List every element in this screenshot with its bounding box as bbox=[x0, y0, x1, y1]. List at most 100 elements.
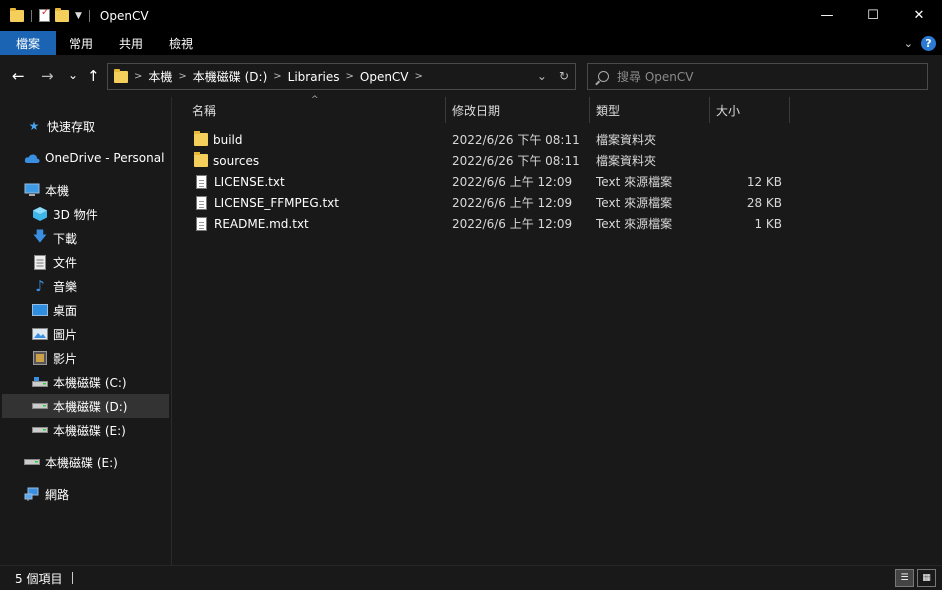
sidebar-item-drive-e-root[interactable]: 本機磁碟 (E:) bbox=[2, 450, 169, 474]
tab-home[interactable]: 常用 bbox=[56, 31, 106, 55]
file-date: 2022/6/26 下午 08:11 bbox=[452, 154, 580, 168]
expand-ribbon-chevron-icon[interactable]: ⌄ bbox=[904, 37, 913, 50]
status-bar: 5 個項目 ☰ ▦ bbox=[0, 565, 942, 590]
sidebar-item-drive-e[interactable]: 本機磁碟 (E:) bbox=[2, 418, 169, 442]
back-button[interactable]: ← bbox=[12, 67, 25, 85]
sidebar-item-label: 快速存取 bbox=[47, 119, 96, 134]
sidebar-item-label: 本機磁碟 (E:) bbox=[53, 423, 126, 438]
file-name: sources bbox=[213, 153, 260, 168]
address-history-chevron-icon[interactable]: ⌄ bbox=[537, 69, 547, 83]
folder-icon bbox=[194, 131, 208, 146]
file-size bbox=[716, 129, 782, 150]
sidebar-item-3d-objects[interactable]: 3D 物件 bbox=[2, 202, 169, 226]
divider bbox=[31, 9, 32, 22]
search-box[interactable]: 搜尋 OpenCV bbox=[587, 63, 928, 90]
sidebar-item-videos[interactable]: 影片 bbox=[2, 346, 169, 370]
sidebar-item-label: 下載 bbox=[53, 231, 78, 246]
tab-file[interactable]: 檔案 bbox=[0, 31, 57, 55]
sidebar-item-label: 桌面 bbox=[53, 303, 78, 318]
divider bbox=[88, 9, 90, 22]
recent-locations-chevron-icon[interactable]: ⌄ bbox=[68, 68, 78, 82]
music-icon: ♪ bbox=[35, 277, 45, 295]
breadcrumb-libraries[interactable]: Libraries bbox=[288, 70, 340, 84]
star-icon: ★ bbox=[28, 119, 40, 133]
file-size bbox=[716, 150, 782, 171]
tab-view[interactable]: 檢視 bbox=[156, 31, 206, 55]
chevron-right-icon[interactable]: > bbox=[134, 71, 142, 82]
help-icon[interactable]: ? bbox=[921, 35, 936, 51]
file-type: Text 來源檔案 bbox=[596, 196, 673, 210]
maximize-button[interactable]: ☐ bbox=[850, 0, 896, 31]
tab-share[interactable]: 共用 bbox=[106, 31, 156, 55]
text-file-icon bbox=[196, 216, 207, 231]
sidebar-item-this-pc[interactable]: 本機 bbox=[2, 178, 169, 202]
text-file-icon bbox=[196, 195, 207, 210]
file-row-license[interactable]: LICENSE.txt 2022/6/6 上午 12:09 Text 來源檔案 … bbox=[173, 171, 942, 192]
file-name-cell: build bbox=[194, 129, 243, 150]
chevron-right-icon[interactable]: > bbox=[178, 71, 186, 82]
item-count: 5 個項目 bbox=[15, 571, 63, 586]
sidebar-item-network[interactable]: 網路 bbox=[2, 482, 169, 506]
file-name: LICENSE_FFMPEG.txt bbox=[214, 195, 339, 210]
sidebar-item-label: OneDrive - Personal bbox=[45, 151, 165, 165]
file-row-build[interactable]: build 2022/6/26 下午 08:11 檔案資料夾 bbox=[173, 129, 942, 150]
drive-icon bbox=[32, 422, 48, 438]
details-view-icon[interactable]: ☰ bbox=[895, 569, 914, 587]
breadcrumb-drive-d[interactable]: 本機磁碟 (D:) bbox=[193, 68, 267, 85]
sidebar-item-drive-c[interactable]: 本機磁碟 (C:) bbox=[2, 370, 169, 394]
sidebar-item-music[interactable]: ♪ 音樂 bbox=[2, 274, 169, 298]
search-placeholder: 搜尋 OpenCV bbox=[617, 70, 694, 84]
chevron-right-icon[interactable]: > bbox=[345, 71, 353, 82]
sidebar-item-drive-d[interactable]: 本機磁碟 (D:) bbox=[2, 394, 169, 418]
properties-icon[interactable] bbox=[39, 7, 50, 22]
picture-icon bbox=[32, 326, 48, 342]
sidebar-item-label: 圖片 bbox=[53, 327, 78, 342]
video-icon bbox=[32, 350, 48, 366]
quick-access-toolbar: ▼ bbox=[0, 0, 92, 31]
sidebar-item-desktop[interactable]: 桌面 bbox=[2, 298, 169, 322]
file-row-license-ffmpeg[interactable]: LICENSE_FFMPEG.txt 2022/6/6 上午 12:09 Tex… bbox=[173, 192, 942, 213]
file-row-readme[interactable]: README.md.txt 2022/6/6 上午 12:09 Text 來源檔… bbox=[173, 213, 942, 234]
divider bbox=[72, 572, 74, 584]
file-name-cell: sources bbox=[194, 150, 259, 171]
up-button[interactable]: ↑ bbox=[87, 67, 100, 85]
sidebar-item-pictures[interactable]: 圖片 bbox=[2, 322, 169, 346]
download-icon: 🡇 bbox=[32, 229, 48, 245]
sidebar-item-documents[interactable]: 文件 bbox=[2, 250, 169, 274]
sidebar-item-onedrive[interactable]: OneDrive - Personal bbox=[2, 146, 169, 170]
text-file-icon bbox=[196, 174, 207, 189]
file-name: build bbox=[213, 132, 243, 147]
column-divider[interactable] bbox=[445, 97, 446, 123]
file-size: 1 KB bbox=[754, 216, 782, 231]
breadcrumb-this-pc[interactable]: 本機 bbox=[148, 68, 172, 85]
sidebar-item-label: 本機 bbox=[45, 183, 70, 198]
sidebar-item-downloads[interactable]: 🡇 下載 bbox=[2, 226, 169, 250]
close-button[interactable]: ✕ bbox=[896, 0, 942, 31]
column-header-size[interactable]: 大小 bbox=[716, 97, 786, 123]
refresh-icon[interactable]: ↻ bbox=[559, 69, 569, 83]
column-header-name[interactable]: 名稱 bbox=[192, 97, 442, 123]
column-header-type[interactable]: 類型 bbox=[596, 97, 706, 123]
sidebar-item-quick-access[interactable]: ★ 快速存取 bbox=[2, 114, 169, 138]
address-bar[interactable]: > 本機 > 本機磁碟 (D:) > Libraries > OpenCV > … bbox=[107, 63, 576, 90]
desktop-icon bbox=[32, 302, 48, 318]
breadcrumb-opencv[interactable]: OpenCV bbox=[360, 70, 409, 84]
column-divider[interactable] bbox=[709, 97, 710, 123]
file-name-cell: README.md.txt bbox=[196, 213, 309, 234]
drive-icon bbox=[24, 454, 40, 470]
large-icons-view-icon[interactable]: ▦ bbox=[917, 569, 936, 587]
chevron-right-icon[interactable]: > bbox=[415, 71, 423, 82]
navigation-pane: ★ 快速存取 OneDrive - Personal 本機 3D 物件 🡇 下載… bbox=[0, 97, 172, 565]
forward-button[interactable]: → bbox=[41, 67, 54, 85]
customize-quick-access-chevron-icon[interactable]: ▼ bbox=[75, 11, 82, 21]
minimize-button[interactable]: — bbox=[804, 0, 850, 31]
file-row-sources[interactable]: sources 2022/6/26 下午 08:11 檔案資料夾 bbox=[173, 150, 942, 171]
file-name: LICENSE.txt bbox=[214, 174, 285, 189]
column-divider[interactable] bbox=[589, 97, 590, 123]
column-divider[interactable] bbox=[789, 97, 790, 123]
column-header-date[interactable]: 修改日期 bbox=[452, 97, 587, 123]
new-folder-icon[interactable] bbox=[55, 7, 69, 22]
chevron-right-icon[interactable]: > bbox=[273, 71, 281, 82]
file-name-cell: LICENSE.txt bbox=[196, 171, 285, 192]
file-type: 檔案資料夾 bbox=[596, 154, 657, 168]
